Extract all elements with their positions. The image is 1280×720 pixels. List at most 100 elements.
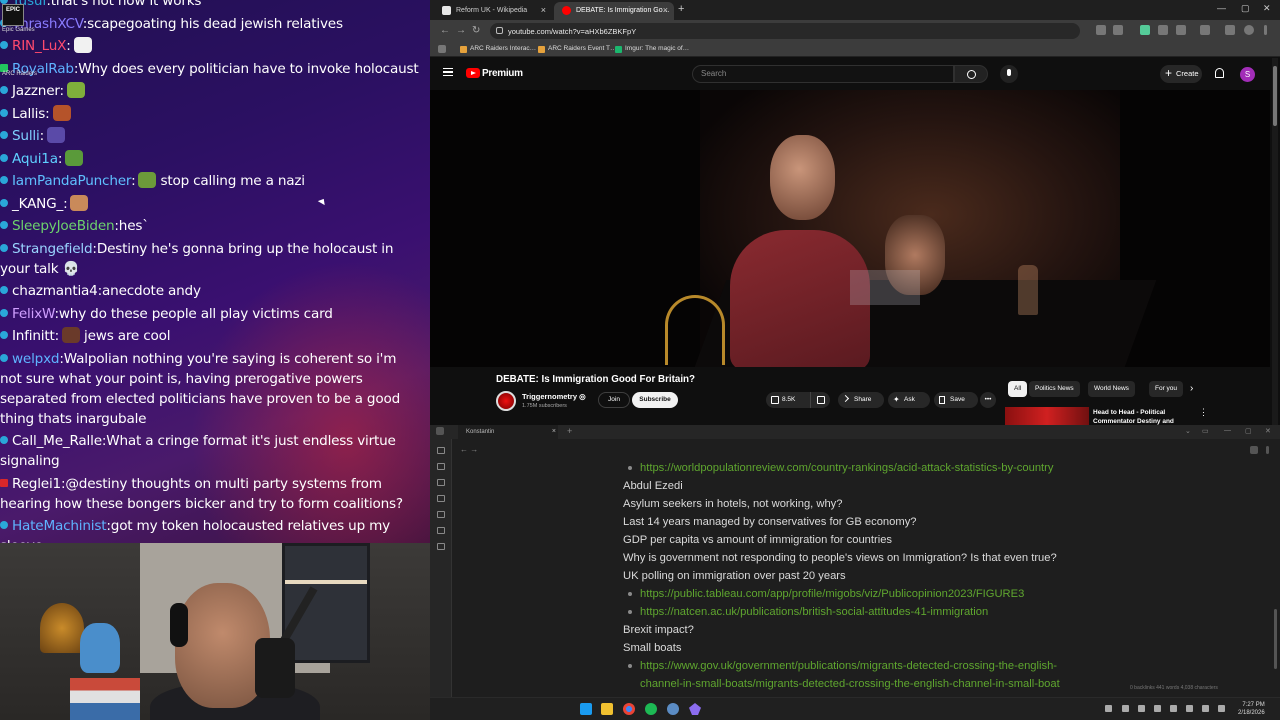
chat-username[interactable]: Reglei1 bbox=[12, 476, 61, 492]
extension-icon[interactable] bbox=[1158, 25, 1168, 35]
maximize-button[interactable]: ▢ bbox=[1241, 3, 1250, 14]
extension-icon[interactable] bbox=[1140, 25, 1150, 35]
reading-view-icon[interactable] bbox=[1250, 446, 1258, 454]
chat-username[interactable]: Aqui1a bbox=[12, 151, 58, 167]
channel-avatar[interactable] bbox=[496, 391, 516, 411]
ask-button[interactable]: ✦ Ask bbox=[888, 392, 930, 408]
chat-username[interactable]: IamPandaPuncher bbox=[12, 173, 131, 189]
dislike-button[interactable] bbox=[810, 392, 830, 408]
page-scrollbar[interactable] bbox=[1272, 58, 1278, 425]
account-avatar[interactable]: S bbox=[1240, 67, 1255, 82]
chip-for-you[interactable]: For you bbox=[1149, 381, 1184, 397]
network-icon[interactable] bbox=[1186, 705, 1193, 712]
bookmark-imgur[interactable]: Imgur: The magic of… bbox=[615, 45, 689, 53]
search-button[interactable] bbox=[954, 65, 988, 83]
close-tab-icon[interactable]: × bbox=[541, 5, 546, 15]
chat-username[interactable]: FelixW bbox=[12, 306, 55, 322]
bookmark-star-icon[interactable] bbox=[1113, 25, 1123, 35]
close-note-tab-icon[interactable]: × bbox=[552, 428, 556, 435]
new-note-tab-button[interactable]: + bbox=[567, 426, 572, 436]
scrollbar-thumb[interactable] bbox=[1273, 66, 1277, 126]
chat-username[interactable]: HateMachinist bbox=[12, 518, 107, 534]
save-button[interactable]: Save bbox=[934, 392, 978, 408]
channel-name[interactable]: Triggernometry ◎ bbox=[522, 392, 586, 401]
reload-icon[interactable]: ↻ bbox=[472, 25, 480, 36]
profile-icon[interactable] bbox=[1244, 25, 1254, 35]
system-clock[interactable]: 7:27 PM 2/18/2026 bbox=[1238, 701, 1265, 717]
chat-username[interactable]: Infinitt bbox=[12, 328, 55, 344]
chat-username[interactable]: Strangefield bbox=[12, 241, 93, 257]
recommended-video-thumbnail[interactable] bbox=[1005, 407, 1089, 425]
note-link[interactable]: https://worldpopulationreview.com/countr… bbox=[623, 459, 1123, 477]
tray-app-icon[interactable] bbox=[1170, 705, 1177, 712]
tray-chevron-icon[interactable] bbox=[1105, 705, 1112, 712]
sidebar-toggle-icon[interactable] bbox=[436, 427, 444, 435]
graph-icon[interactable] bbox=[437, 479, 445, 486]
chip-all[interactable]: All bbox=[1008, 381, 1028, 397]
command-icon[interactable] bbox=[437, 543, 445, 550]
chat-username[interactable]: _KANG_ bbox=[12, 196, 63, 212]
note-navigation[interactable]: ← → bbox=[460, 445, 478, 454]
back-icon[interactable]: ← bbox=[440, 25, 450, 36]
notes-scrollbar[interactable] bbox=[1274, 439, 1278, 679]
recommended-video-title[interactable]: Head to Head - Political Commentator Des… bbox=[1093, 408, 1203, 425]
minimize-button[interactable]: — bbox=[1217, 3, 1226, 13]
calendar-icon[interactable] bbox=[437, 511, 445, 518]
chat-username[interactable]: Call_Me_Ralle bbox=[12, 433, 102, 449]
chat-username[interactable]: welpxd bbox=[12, 351, 60, 367]
chrome-icon[interactable] bbox=[623, 703, 635, 715]
tray-app-icon[interactable] bbox=[1154, 705, 1161, 712]
tab-debate-video[interactable]: DEBATE: Is Immigration Go… × bbox=[554, 2, 674, 20]
more-options-icon[interactable] bbox=[1266, 446, 1269, 454]
note-link[interactable]: https://www.gov.uk/government/publicatio… bbox=[623, 657, 1123, 675]
menu-kebab-icon[interactable] bbox=[1264, 25, 1267, 35]
video-player[interactable] bbox=[430, 90, 1270, 367]
chevron-down-icon[interactable]: ⌄ bbox=[1185, 427, 1191, 435]
install-app-icon[interactable] bbox=[1096, 25, 1106, 35]
tray-app-icon[interactable] bbox=[1138, 705, 1145, 712]
canvas-icon[interactable] bbox=[437, 495, 445, 502]
close-icon[interactable]: ✕ bbox=[1265, 427, 1271, 435]
notifications-bell-icon[interactable] bbox=[1215, 68, 1224, 78]
site-info-icon[interactable] bbox=[496, 27, 503, 34]
close-tab-icon[interactable]: × bbox=[663, 5, 668, 15]
chip-politics-news[interactable]: Politics News bbox=[1029, 381, 1080, 397]
tray-app-icon[interactable] bbox=[1122, 705, 1129, 712]
chat-username[interactable]: Sulli bbox=[12, 128, 40, 144]
tray-app-icon[interactable] bbox=[1218, 705, 1225, 712]
create-button[interactable]: Create bbox=[1160, 65, 1202, 83]
forward-icon[interactable]: → bbox=[456, 25, 466, 36]
chevron-right-icon[interactable]: › bbox=[1190, 383, 1193, 394]
apps-grid-icon[interactable] bbox=[438, 45, 446, 53]
chip-world-news[interactable]: World News bbox=[1088, 381, 1135, 397]
chat-username[interactable]: Lallis bbox=[12, 106, 45, 122]
search-input[interactable]: Search bbox=[692, 65, 954, 83]
join-button[interactable]: Join bbox=[598, 392, 630, 408]
scrollbar-thumb[interactable] bbox=[1274, 609, 1277, 669]
share-button[interactable]: Share bbox=[838, 392, 884, 408]
close-window-button[interactable]: ✕ bbox=[1263, 3, 1271, 14]
spotify-icon[interactable] bbox=[645, 703, 657, 715]
bookmark-arc-raiders-event[interactable]: ARC Raiders Event T… bbox=[538, 45, 617, 53]
chat-username[interactable]: chazmantia4 bbox=[12, 283, 98, 299]
note-link[interactable]: channel-in-small-boats/migrants-detected… bbox=[623, 675, 1123, 693]
like-button[interactable]: 8.5K bbox=[766, 392, 816, 408]
note-content[interactable]: https://worldpopulationreview.com/countr… bbox=[623, 459, 1123, 693]
chat-username[interactable]: SleepyJoeBiden bbox=[12, 218, 115, 234]
templates-icon[interactable] bbox=[437, 527, 445, 534]
side-panel-icon[interactable] bbox=[1200, 25, 1210, 35]
volume-icon[interactable] bbox=[1202, 705, 1209, 712]
bookmark-arc-raiders-interactive[interactable]: ARC Raiders Interac… bbox=[460, 45, 536, 53]
more-actions-button[interactable]: ••• bbox=[980, 392, 996, 408]
new-tab-button[interactable]: + bbox=[678, 3, 684, 15]
hamburger-menu-icon[interactable] bbox=[443, 68, 453, 76]
split-view-icon[interactable]: ▭ bbox=[1202, 427, 1209, 435]
note-tab[interactable]: Konstantin × bbox=[458, 425, 558, 439]
obsidian-icon[interactable] bbox=[689, 703, 701, 715]
youtube-premium-brand[interactable]: Premium bbox=[482, 68, 523, 79]
recommended-more-icon[interactable]: ⋮ bbox=[1199, 407, 1208, 418]
subscribe-button[interactable]: Subscribe bbox=[632, 392, 678, 408]
note-link[interactable]: https://natcen.ac.uk/publications/britis… bbox=[623, 603, 1123, 621]
url-bar[interactable]: youtube.com/watch?v=aHXb6ZBKFpY bbox=[490, 23, 1080, 39]
note-link[interactable]: https://public.tableau.com/app/profile/m… bbox=[623, 585, 1123, 603]
